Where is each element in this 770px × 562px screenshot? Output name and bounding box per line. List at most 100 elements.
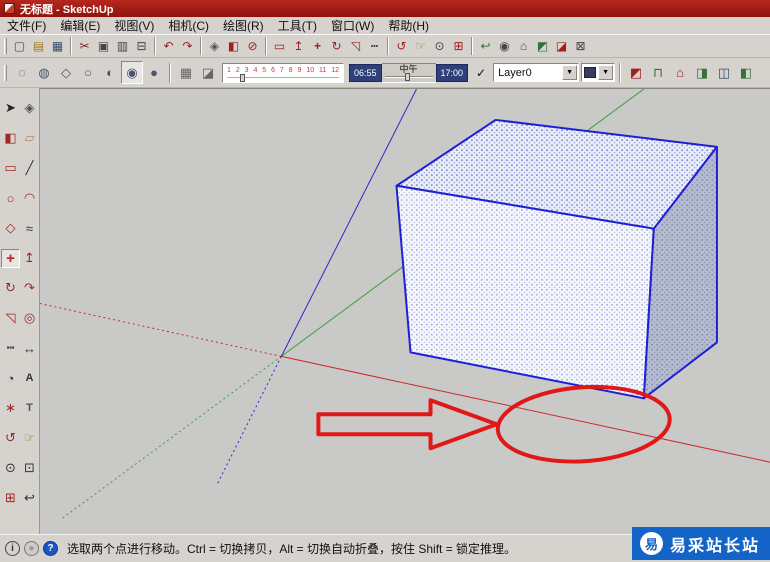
front-view-icon[interactable]: ⌂ <box>514 37 533 56</box>
menu-item[interactable]: 绘图(R) <box>216 17 271 34</box>
menu-item[interactable]: 编辑(E) <box>53 17 107 34</box>
layer-color-arrow-icon[interactable]: ▼ <box>598 65 614 80</box>
tape-measure-tool[interactable]: ┅ <box>1 339 20 358</box>
menu-item[interactable]: 视图(V) <box>107 17 161 34</box>
main-area: ➤ ◈ ◧ ▱ ▭ ╱ ○ ◠ ◇ ≈ + ↥ ↻ ↷ ◹ ◎ ┅ ↔ ◔ A … <box>0 88 770 534</box>
layer-combo[interactable]: Layer0 ▼ <box>493 63 580 82</box>
hidden-line-style-button[interactable]: ○ <box>77 61 99 84</box>
time-slider-handle[interactable] <box>404 72 410 81</box>
orbit-icon[interactable]: ↺ <box>392 37 411 56</box>
move-tool[interactable]: + <box>1 248 20 268</box>
xray-style-button[interactable]: ◌ <box>11 61 33 84</box>
rotate-tool[interactable]: ↻ <box>1 279 20 298</box>
open-icon[interactable]: ▤ <box>29 37 48 56</box>
move-icon[interactable]: + <box>308 37 327 56</box>
menu-item[interactable]: 文件(F) <box>0 17 53 34</box>
settings-icon[interactable]: ⊠ <box>571 37 590 56</box>
orbit-tool[interactable]: ↺ <box>1 429 20 448</box>
select-tool[interactable]: ➤ <box>1 99 20 118</box>
info-icon[interactable]: i <box>5 541 20 556</box>
zoom-icon[interactable]: ⊙ <box>430 37 449 56</box>
save-icon[interactable]: ▦ <box>48 37 67 56</box>
menu-item[interactable]: 窗口(W) <box>324 17 381 34</box>
scale-icon[interactable]: ◹ <box>346 37 365 56</box>
time-start-label: 06:55 <box>349 63 382 82</box>
line-tool[interactable]: ╱ <box>20 159 39 178</box>
scale-tool[interactable]: ◹ <box>1 309 20 328</box>
previous-view-tool[interactable]: ↩ <box>20 489 39 508</box>
axes-tool[interactable]: ∗ <box>1 399 20 418</box>
monochrome-style-button[interactable]: ● <box>143 61 165 84</box>
section-plane-icon[interactable]: ◪ <box>552 37 571 56</box>
copy-icon[interactable]: ▣ <box>94 37 113 56</box>
arc-tool[interactable]: ◠ <box>20 189 39 208</box>
shadow-toggle-button[interactable]: ◪ <box>197 61 219 84</box>
circle-tool[interactable]: ○ <box>1 189 20 208</box>
menu-item[interactable]: 帮助(H) <box>381 17 436 34</box>
freehand-tool[interactable]: ≈ <box>20 219 39 238</box>
pan-icon[interactable]: ☞ <box>411 37 430 56</box>
shadow-dialog-button[interactable]: ▦ <box>175 61 197 84</box>
zoom-tool[interactable]: ⊙ <box>1 459 20 478</box>
zoom-window-tool[interactable]: ⊡ <box>20 459 39 478</box>
push-pull-tool[interactable]: ↥ <box>20 249 39 268</box>
eraser-tool[interactable]: ▱ <box>20 129 39 148</box>
rectangle-tool[interactable]: ▭ <box>1 159 20 178</box>
highlight-ellipse <box>495 384 672 464</box>
3d-text-tool[interactable]: T <box>20 399 39 418</box>
make-component-tool[interactable]: ◈ <box>20 99 39 118</box>
layer-color-combo[interactable]: ▼ <box>581 63 616 82</box>
zoom-extents-tool[interactable]: ⊞ <box>1 489 20 508</box>
shadow-date-slider[interactable]: 1 2 3 4 5 6 7 8 9 10 11 12 <box>222 62 344 83</box>
menu-item[interactable]: 相机(C) <box>161 17 216 34</box>
left-view-button[interactable]: ◧ <box>735 61 757 84</box>
wireframe-style-button[interactable]: ◇ <box>55 61 77 84</box>
iso-view-button[interactable]: ◩ <box>625 61 647 84</box>
protractor-tool[interactable]: ◔ <box>1 369 20 388</box>
question-icon[interactable]: ? <box>43 541 58 556</box>
eraser-icon[interactable]: ⊘ <box>243 37 262 56</box>
print-icon[interactable]: ⊟ <box>132 37 151 56</box>
rotate-icon[interactable]: ↻ <box>327 37 346 56</box>
layer-combo-arrow-icon[interactable]: ▼ <box>562 65 578 80</box>
shaded-style-button[interactable]: ◐ <box>99 61 121 84</box>
undo-icon[interactable]: ↶ <box>159 37 178 56</box>
paste-icon[interactable]: ▥ <box>113 37 132 56</box>
polygon-tool[interactable]: ◇ <box>1 219 20 238</box>
drawing-canvas[interactable] <box>40 88 770 534</box>
front-view-button[interactable]: ⌂ <box>669 61 691 84</box>
paint-bucket-icon[interactable]: ◧ <box>224 37 243 56</box>
paint-bucket-tool[interactable]: ◧ <box>1 129 20 148</box>
blue-axis-negative <box>216 356 282 485</box>
previous-view-icon[interactable]: ↩ <box>476 37 495 56</box>
pan-tool[interactable]: ☞ <box>20 429 39 448</box>
make-component-icon[interactable]: ◈ <box>205 37 224 56</box>
date-slider-track[interactable] <box>227 73 339 82</box>
dimension-tool[interactable]: ↔ <box>20 339 39 358</box>
follow-me-tool[interactable]: ↷ <box>20 279 39 298</box>
right-view-button[interactable]: ◨ <box>691 61 713 84</box>
layer-check-icon[interactable]: ✓ <box>473 66 489 80</box>
top-view-button[interactable]: ⊓ <box>647 61 669 84</box>
push-pull-icon[interactable]: ↥ <box>289 37 308 56</box>
cut-icon[interactable]: ✂ <box>75 37 94 56</box>
new-icon[interactable]: ▢ <box>10 37 29 56</box>
time-slider-mid[interactable]: 中午 <box>381 62 436 83</box>
time-slider-track[interactable] <box>384 72 433 81</box>
camera-icon[interactable]: ◉ <box>495 37 514 56</box>
menu-item[interactable]: 工具(T) <box>271 17 324 34</box>
offset-tool[interactable]: ◎ <box>20 309 39 328</box>
iso-view-icon[interactable]: ◩ <box>533 37 552 56</box>
redo-icon[interactable]: ↷ <box>178 37 197 56</box>
back-edges-style-button[interactable]: ◍ <box>33 61 55 84</box>
tape-measure-icon[interactable]: ┅ <box>365 37 384 56</box>
rectangle-icon[interactable]: ▭ <box>270 37 289 56</box>
back-view-button[interactable]: ◫ <box>713 61 735 84</box>
status-circle-icon[interactable]: ● <box>24 541 39 556</box>
date-slider-handle[interactable] <box>240 73 246 82</box>
toolbar-grip[interactable] <box>4 64 7 81</box>
text-tool[interactable]: A <box>20 369 39 388</box>
shaded-textures-style-button[interactable]: ◉ <box>121 61 143 84</box>
zoom-extents-icon[interactable]: ⊞ <box>449 37 468 56</box>
toolbar-grip[interactable] <box>4 38 7 54</box>
